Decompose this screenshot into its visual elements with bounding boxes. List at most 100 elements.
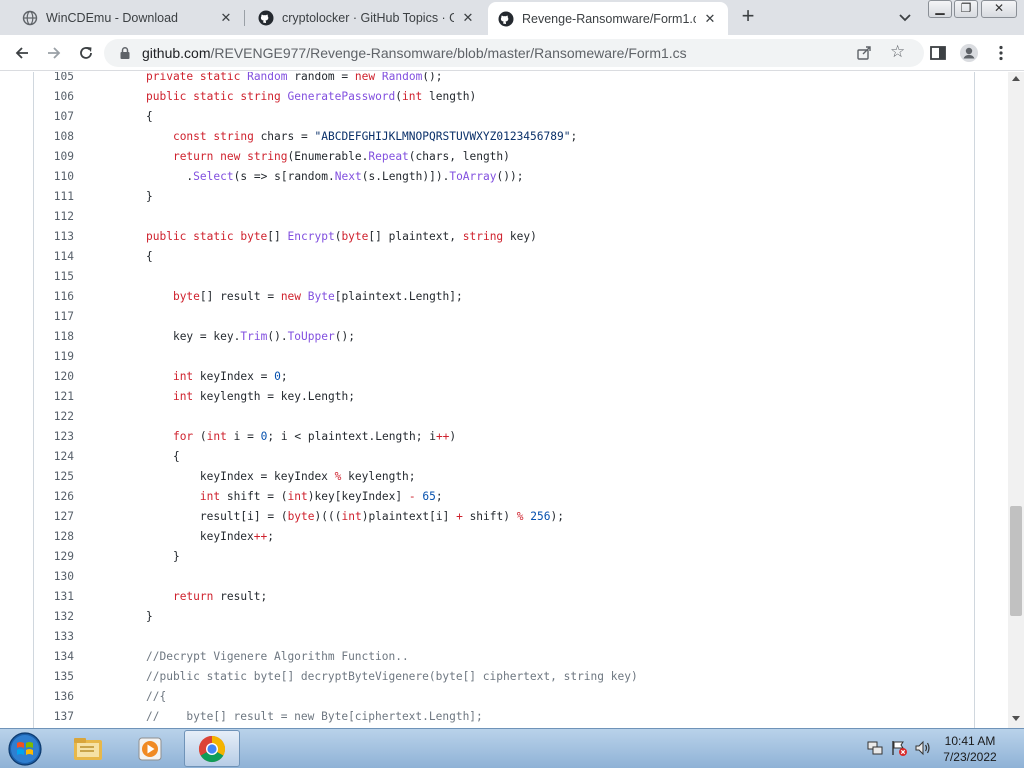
close-tab-icon[interactable]: ✕ <box>460 10 476 26</box>
page-content: 105 private static Random random = new Ra… <box>0 72 1008 728</box>
side-panel-icon[interactable] <box>928 43 948 63</box>
minimize-button[interactable]: ▁ <box>928 0 952 18</box>
reload-button[interactable] <box>74 41 98 65</box>
tab-title: WinCDEmu - Download <box>46 10 178 25</box>
close-tab-icon[interactable]: ✕ <box>218 10 234 26</box>
line-number[interactable]: 112 <box>34 207 74 227</box>
bookmark-star-icon[interactable]: ☆ <box>890 43 905 61</box>
code-line: 124 { <box>34 447 974 467</box>
scrollbar-thumb[interactable] <box>1010 506 1022 616</box>
code-text: { <box>146 110 153 123</box>
line-number[interactable]: 107 <box>34 107 74 127</box>
media-player-taskbar-button[interactable] <box>122 730 178 767</box>
line-number[interactable]: 124 <box>34 447 74 467</box>
code-text: //{ <box>146 690 167 703</box>
line-number[interactable]: 133 <box>34 627 74 647</box>
line-number[interactable]: 136 <box>34 687 74 707</box>
arrow-right-icon <box>48 47 61 59</box>
line-number[interactable]: 119 <box>34 347 74 367</box>
line-number[interactable]: 126 <box>34 487 74 507</box>
code-line: 123 for (int i = 0; i < plaintext.Length… <box>34 427 974 447</box>
line-number[interactable]: 127 <box>34 507 74 527</box>
line-number[interactable]: 132 <box>34 607 74 627</box>
line-number[interactable]: 121 <box>34 387 74 407</box>
tab-wincdemu[interactable]: WinCDEmu - Download ✕ <box>0 0 244 35</box>
code-text: int shift = (int)key[keyIndex] - 65; <box>199 490 443 503</box>
line-number[interactable]: 115 <box>34 267 74 287</box>
code-line: 118 key = key.Trim().ToUpper(); <box>34 327 974 347</box>
line-number[interactable]: 110 <box>34 167 74 187</box>
network-icon[interactable] <box>866 739 884 757</box>
code-line: 108 const string chars = "ABCDEFGHIJKLMN… <box>34 127 974 147</box>
line-number[interactable]: 129 <box>34 547 74 567</box>
code-line: 126 int shift = (int)key[keyIndex] - 65; <box>34 487 974 507</box>
code-text: } <box>146 610 153 623</box>
code-text: { <box>146 250 153 263</box>
close-tab-icon[interactable]: ✕ <box>702 11 718 27</box>
share-icon[interactable] <box>856 45 872 61</box>
code-line: 137 // byte[] result = new Byte[ciphertex… <box>34 707 974 727</box>
code-text: for (int i = 0; i < plaintext.Length; i+… <box>172 430 457 443</box>
line-number[interactable]: 116 <box>34 287 74 307</box>
media-player-icon <box>138 737 162 760</box>
line-number[interactable]: 108 <box>34 127 74 147</box>
close-window-button[interactable]: ✕ <box>981 0 1017 18</box>
code-line: 120 int keyIndex = 0; <box>34 367 974 387</box>
code-text: keyIndex++; <box>199 530 275 543</box>
new-tab-button[interactable]: + <box>737 5 759 28</box>
code-line: 105 private static Random random = new Ra… <box>34 72 974 87</box>
clock-date: 7/23/2022 <box>943 750 997 764</box>
line-number[interactable]: 118 <box>34 327 74 347</box>
line-number[interactable]: 105 <box>34 72 74 87</box>
code-text: .Select(s => s[random.Next(s.Length)]).T… <box>186 170 524 183</box>
chevron-down-icon[interactable] <box>896 8 914 26</box>
back-button[interactable] <box>10 41 34 65</box>
line-number[interactable]: 111 <box>34 187 74 207</box>
line-number[interactable]: 131 <box>34 587 74 607</box>
line-number[interactable]: 134 <box>34 647 74 667</box>
line-number[interactable]: 114 <box>34 247 74 267</box>
github-icon <box>498 11 514 26</box>
tab-title: cryptolocker · GitHub Topics · Git <box>282 10 454 25</box>
line-number[interactable]: 109 <box>34 147 74 167</box>
code-line: 121 int keylength = key.Length; <box>34 387 974 407</box>
code-text: keyIndex = keyIndex % keylength; <box>199 470 416 483</box>
lock-icon[interactable] <box>118 46 132 60</box>
profile-avatar-icon[interactable] <box>959 43 979 63</box>
forward-button[interactable] <box>42 41 66 65</box>
vertical-scrollbar[interactable] <box>1008 72 1024 728</box>
code-line: 114 { <box>34 247 974 267</box>
file-explorer-taskbar-button[interactable] <box>60 730 116 767</box>
line-number[interactable]: 125 <box>34 467 74 487</box>
code-line: 136 //{ <box>34 687 974 707</box>
restore-button[interactable]: ❐ <box>954 0 978 18</box>
tab-form1-active[interactable]: Revenge-Ransomware/Form1.cs ✕ <box>488 2 728 35</box>
line-number[interactable]: 130 <box>34 567 74 587</box>
line-number[interactable]: 123 <box>34 427 74 447</box>
tab-cryptolocker[interactable]: cryptolocker · GitHub Topics · Git ✕ <box>244 0 486 35</box>
browser-toolbar: github.com/REVENGE977/Revenge-Ransomware… <box>0 35 1024 71</box>
kebab-menu-icon[interactable] <box>993 43 1009 63</box>
line-number[interactable]: 113 <box>34 227 74 247</box>
scroll-down-arrow-icon[interactable] <box>1012 716 1020 721</box>
line-number[interactable]: 137 <box>34 707 74 727</box>
chrome-taskbar-button[interactable] <box>184 730 240 767</box>
action-center-flag-icon[interactable] <box>890 739 908 757</box>
system-clock[interactable]: 10:41 AM 7/23/2022 <box>930 733 1010 765</box>
code-text: return new string(Enumerable.Repeat(char… <box>172 150 510 163</box>
line-number[interactable]: 117 <box>34 307 74 327</box>
code-text: byte[] result = new Byte[plaintext.Lengt… <box>172 290 463 303</box>
line-number[interactable]: 135 <box>34 667 74 687</box>
line-number[interactable]: 106 <box>34 87 74 107</box>
windows-taskbar: 10:41 AM 7/23/2022 <box>0 728 1024 768</box>
address-bar[interactable]: github.com/REVENGE977/Revenge-Ransomware… <box>104 39 924 67</box>
code-text: //public static byte[] decryptByteVigene… <box>146 670 638 683</box>
line-number[interactable]: 122 <box>34 407 74 427</box>
line-number[interactable]: 120 <box>34 367 74 387</box>
line-number[interactable]: 128 <box>34 527 74 547</box>
start-button-icon[interactable] <box>6 731 44 767</box>
code-text: } <box>172 550 180 563</box>
code-line: 119 <box>34 347 974 367</box>
code-text: private static Random random = new Rando… <box>146 72 443 83</box>
scroll-up-arrow-icon[interactable] <box>1012 76 1020 81</box>
